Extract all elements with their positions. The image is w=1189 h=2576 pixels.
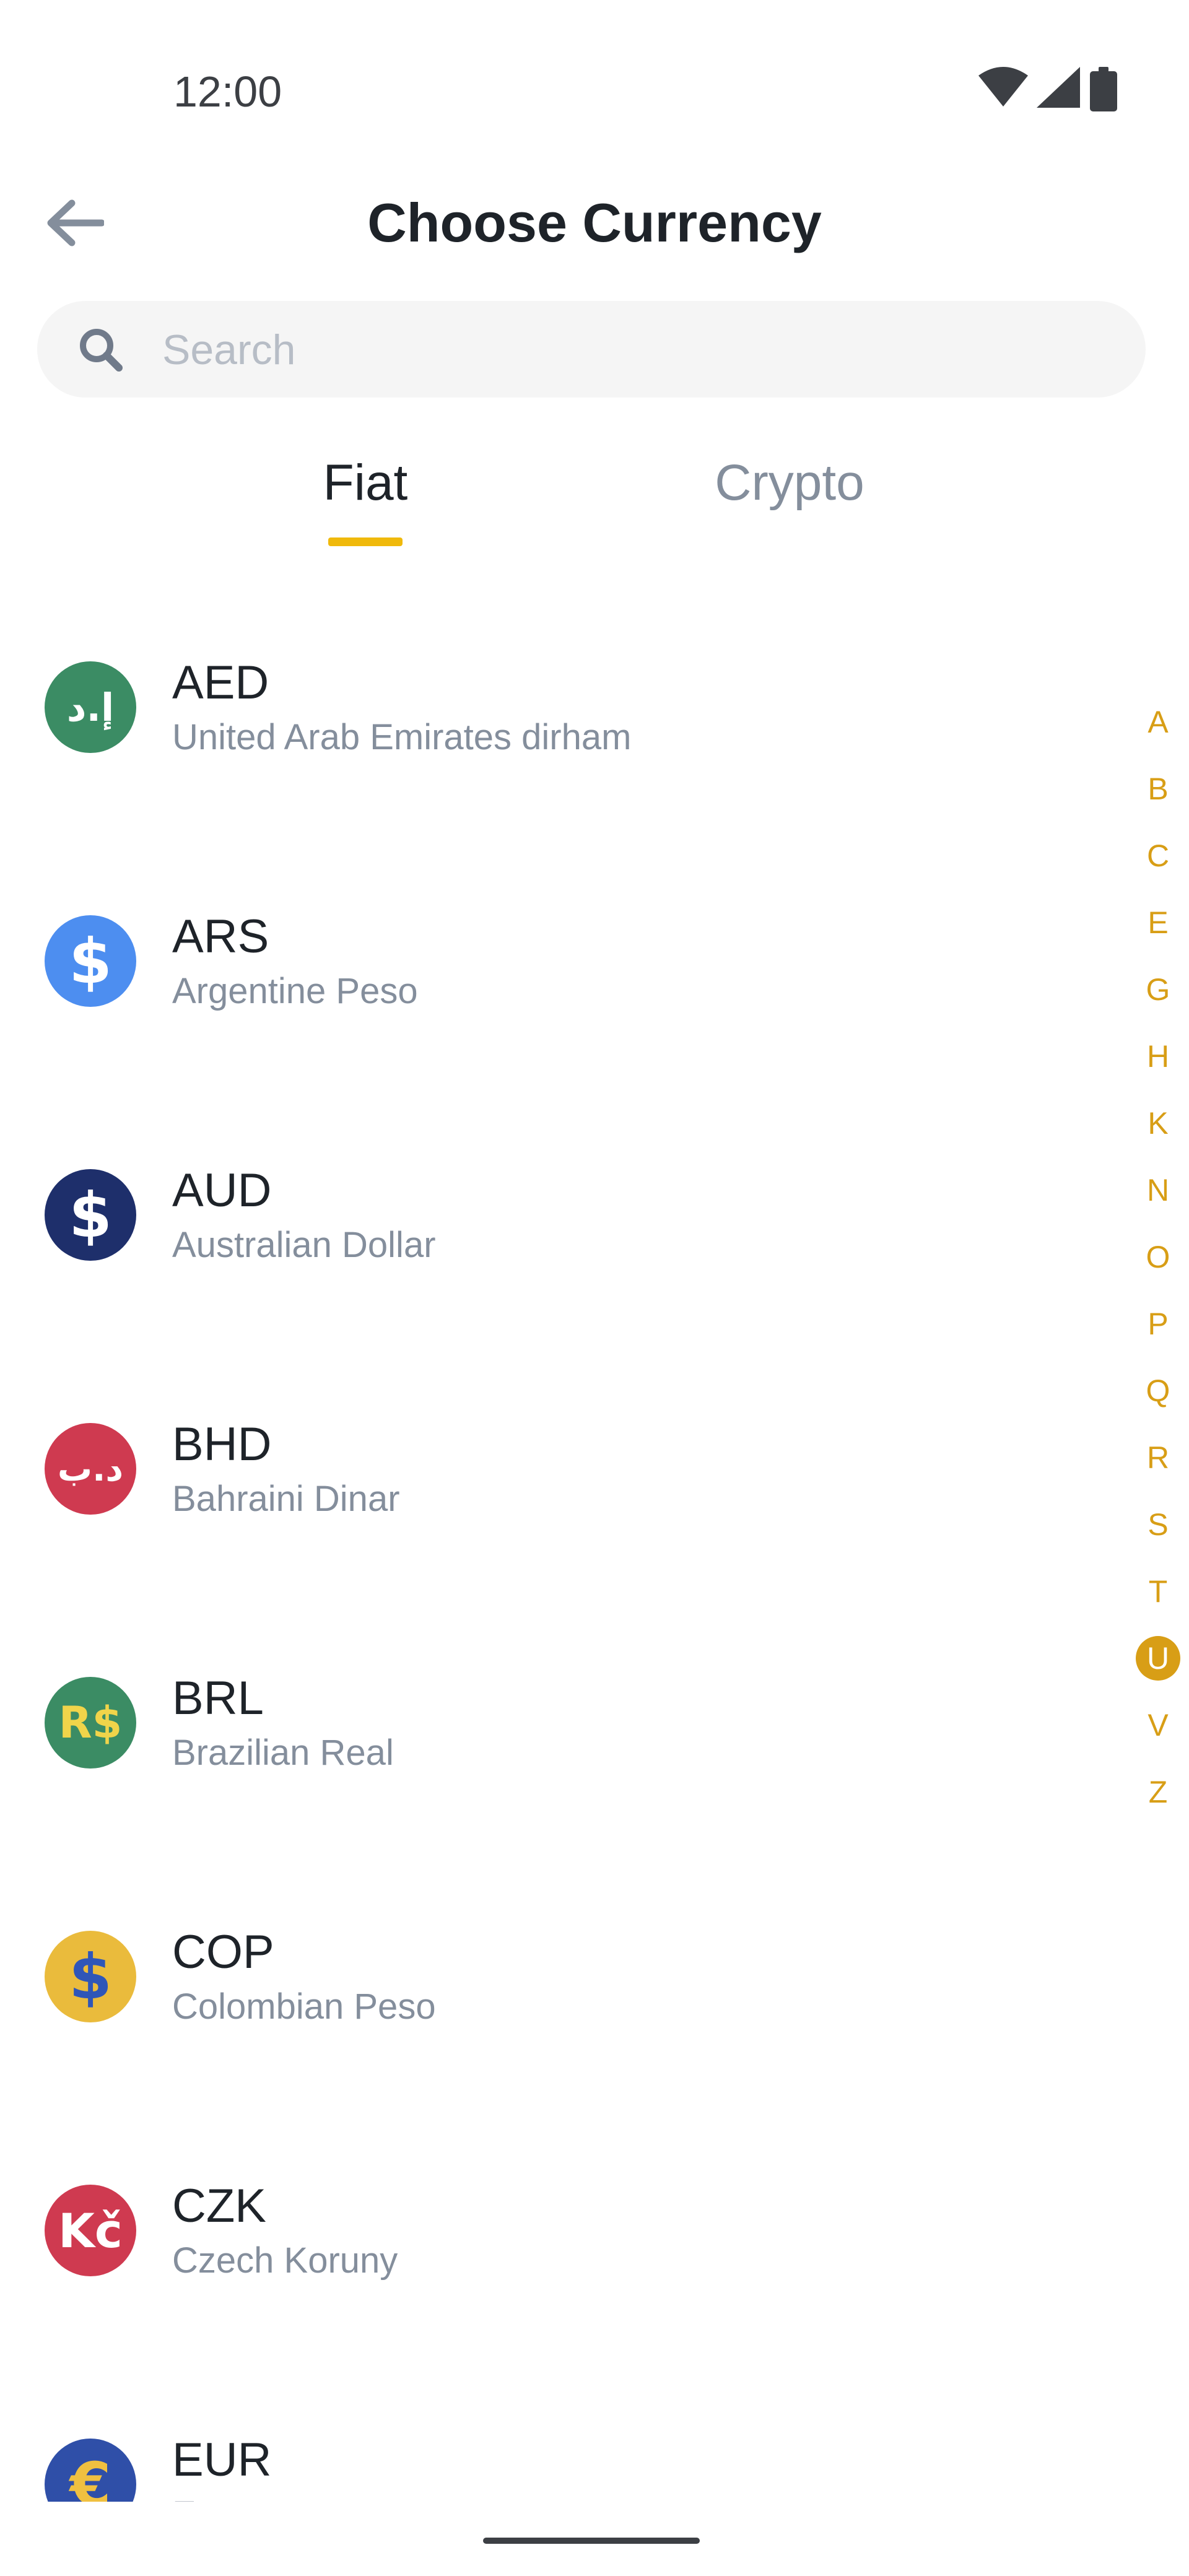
index-letter-u-active[interactable]: U	[1127, 1634, 1189, 1683]
battery-icon	[1090, 67, 1117, 111]
bhd-icon: د.ب	[45, 1423, 136, 1515]
tab-crypto-label: Crypto	[715, 455, 865, 511]
eur-icon: €	[45, 2439, 136, 2502]
currency-code: CZK	[172, 2180, 266, 2232]
status-time: 12:00	[173, 67, 282, 116]
index-letter-r[interactable]: R	[1127, 1433, 1189, 1482]
aed-icon: إ.د	[45, 661, 136, 753]
index-letter-q[interactable]: Q	[1127, 1366, 1189, 1416]
currency-code: ARS	[172, 910, 269, 963]
currency-item-ars[interactable]: $ ARS Argentine Peso	[0, 898, 1127, 1152]
currency-code: BHD	[172, 1418, 272, 1471]
currency-item-aud[interactable]: $ AUD Australian Dollar	[0, 1152, 1127, 1406]
app-bar: Choose Currency	[0, 161, 1189, 285]
index-letter-t[interactable]: T	[1127, 1567, 1189, 1616]
index-letter-e[interactable]: E	[1127, 898, 1189, 947]
cop-icon: $	[45, 1931, 136, 2022]
currency-list[interactable]: إ.د AED United Arab Emirates dirham $ AR…	[0, 644, 1127, 2502]
index-letter-a[interactable]: A	[1127, 697, 1189, 747]
currency-name: United Arab Emirates dirham	[172, 717, 632, 757]
currency-code: BRL	[172, 1672, 264, 1725]
currency-name: Argentine Peso	[172, 971, 418, 1011]
currency-name: Bahraini Dinar	[172, 1479, 400, 1519]
search-input[interactable]	[161, 318, 1117, 381]
tab-crypto[interactable]: Crypto	[635, 433, 944, 557]
search-icon	[80, 329, 123, 372]
index-letter-b[interactable]: B	[1127, 764, 1189, 814]
wifi-icon	[978, 67, 1028, 107]
home-indicator[interactable]	[483, 2538, 700, 2544]
signal-icon	[1037, 67, 1080, 108]
czk-icon: Kč	[45, 2185, 136, 2276]
index-letter-c[interactable]: C	[1127, 831, 1189, 881]
currency-item-cop[interactable]: $ COP Colombian Peso	[0, 1913, 1127, 2167]
index-letter-k[interactable]: K	[1127, 1099, 1189, 1148]
currency-code: AUD	[172, 1164, 272, 1217]
currency-code: EUR	[172, 2434, 272, 2486]
index-letter-g[interactable]: G	[1127, 965, 1189, 1014]
currency-name: Australian Dollar	[172, 1225, 436, 1265]
index-letter-v[interactable]: V	[1127, 1700, 1189, 1750]
status-icons	[978, 67, 1127, 111]
navigation-bar	[0, 2514, 1189, 2576]
index-letter-s[interactable]: S	[1127, 1500, 1189, 1549]
status-bar: 12:00	[0, 0, 1189, 149]
currency-name: Colombian Peso	[172, 1986, 436, 2027]
tab-fiat[interactable]: Fiat	[211, 433, 520, 557]
index-letter-p[interactable]: P	[1127, 1299, 1189, 1349]
currency-name: Czech Koruny	[172, 2240, 398, 2281]
currency-name: Euro	[172, 2493, 248, 2502]
currency-code: AED	[172, 656, 269, 709]
index-letter-n[interactable]: N	[1127, 1165, 1189, 1215]
currency-item-bhd[interactable]: د.ب BHD Bahraini Dinar	[0, 1406, 1127, 1660]
currency-name: Brazilian Real	[172, 1733, 394, 1773]
index-letter-z[interactable]: Z	[1127, 1767, 1189, 1817]
page-title: Choose Currency	[367, 192, 822, 253]
currency-item-eur[interactable]: € EUR Euro	[0, 2421, 1127, 2502]
index-letter-h[interactable]: H	[1127, 1032, 1189, 1081]
ars-icon: $	[45, 915, 136, 1007]
currency-code: COP	[172, 1926, 274, 1978]
aud-icon: $	[45, 1169, 136, 1261]
brl-icon: R$	[45, 1677, 136, 1769]
currency-item-czk[interactable]: Kč CZK Czech Koruny	[0, 2167, 1127, 2421]
tab-fiat-label: Fiat	[323, 455, 408, 511]
search-box[interactable]	[37, 301, 1146, 398]
currency-item-aed[interactable]: إ.د AED United Arab Emirates dirham	[0, 644, 1127, 898]
currency-item-brl[interactable]: R$ BRL Brazilian Real	[0, 1660, 1127, 1913]
index-letter-o[interactable]: O	[1127, 1232, 1189, 1282]
currency-type-tabs: Fiat Crypto	[0, 433, 1189, 557]
active-tab-indicator	[328, 537, 403, 546]
